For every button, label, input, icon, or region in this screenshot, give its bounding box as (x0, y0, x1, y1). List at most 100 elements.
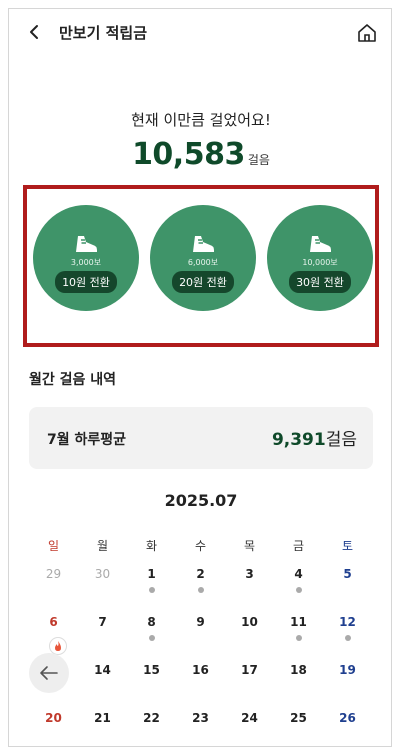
calendar-day-number: 22 (143, 711, 160, 725)
convert-required: 6,000보 (187, 258, 219, 267)
calendar-day[interactable]: 18 (274, 663, 323, 677)
calendar-day-number: 19 (339, 663, 356, 677)
calendar-day[interactable]: 26 (323, 711, 372, 725)
steps-count: 10,583 (132, 137, 245, 172)
calendar-day[interactable]: 20 (29, 711, 78, 725)
convert-button-10[interactable]: 3,000보 10원 전환 (33, 205, 139, 311)
fire-icon (55, 641, 61, 651)
calendar-day-number: 7 (98, 615, 107, 629)
calendar-day-number: 18 (290, 663, 307, 677)
page-title: 만보기 적립금 (59, 24, 148, 42)
convert-button-20[interactable]: 6,000보 20원 전환 (150, 205, 256, 311)
calendar-week-row: 6 7 8 9 10 11 12 (29, 615, 373, 663)
calendar-day[interactable]: 4 (274, 567, 323, 593)
calendar-day[interactable]: 19 (323, 663, 372, 677)
calendar-day[interactable]: 14 (78, 663, 127, 677)
calendar-day-number: 20 (45, 711, 62, 725)
chevron-left-icon (30, 25, 38, 39)
activity-dot (295, 635, 302, 641)
calendar-day-number: 29 (45, 567, 62, 581)
home-button[interactable] (355, 21, 379, 45)
header: 만보기 적립금 (9, 9, 391, 57)
app-frame: 만보기 적립금 현재 이만큼 걸었어요! 10,583 걸음 3,000보 10원… (8, 8, 392, 747)
calendar-day-number: 23 (192, 711, 209, 725)
calendar-day-number: 17 (241, 663, 258, 677)
sneaker-icon (76, 236, 97, 252)
average-unit: 걸음 (325, 430, 357, 450)
weekday-label: 월 (96, 539, 109, 553)
convert-label: 20원 전환 (172, 271, 234, 293)
convert-label: 30원 전환 (289, 271, 351, 293)
weekday-label: 수 (194, 539, 207, 553)
calendar-day-number: 30 (94, 567, 111, 581)
calendar-day-number: 12 (339, 615, 356, 629)
calendar: 일월화수목금토293012345678910111213141516171819… (29, 537, 373, 746)
calendar-day[interactable]: 3 (225, 567, 274, 581)
convert-label: 10원 전환 (55, 271, 117, 293)
calendar-day-number: 4 (294, 567, 303, 581)
calendar-week-row: 29 30 1 2 3 4 5 (29, 567, 373, 615)
calendar-week-row: 20 21 22 23 24 25 26 (29, 711, 373, 746)
calendar-day[interactable]: 7 (78, 615, 127, 629)
floating-back-button[interactable] (29, 653, 69, 693)
calendar-weekday-row: 일월화수목금토 (29, 537, 373, 567)
steps-subtitle: 현재 이만큼 걸었어요! (131, 111, 271, 129)
calendar-day[interactable]: 11 (274, 615, 323, 641)
convert-section: 3,000보 10원 전환 6,000보 20원 전환 10,000보 30원 … (23, 185, 379, 347)
calendar-day-number: 5 (343, 567, 352, 581)
calendar-day[interactable]: 30 (78, 567, 127, 581)
calendar-day[interactable]: 12 (323, 615, 372, 641)
activity-dot (197, 587, 204, 593)
calendar-day-number: 6 (49, 615, 58, 629)
arrow-left-icon (40, 666, 58, 680)
weekday-label: 일 (47, 539, 60, 553)
steps-unit: 걸음 (247, 153, 270, 167)
calendar-month: 2025.07 (164, 491, 238, 510)
convert-button-30[interactable]: 10,000보 30원 전환 (267, 205, 373, 311)
calendar-week-row: 13141516171819 (29, 663, 373, 711)
calendar-day[interactable]: 2 (176, 567, 225, 593)
calendar-day-number: 10 (241, 615, 258, 629)
calendar-day-number: 14 (94, 663, 111, 677)
activity-dot (148, 635, 155, 641)
calendar-day[interactable]: 15 (127, 663, 176, 677)
convert-required: 10,000보 (302, 258, 338, 267)
average-number: 9,391 (271, 430, 326, 450)
calendar-day[interactable]: 23 (176, 711, 225, 725)
monthly-title: 월간 걸음 내역 (29, 372, 117, 388)
calendar-day[interactable]: 5 (323, 567, 372, 581)
activity-dot (148, 587, 155, 593)
sneaker-icon (193, 236, 214, 252)
calendar-day-number: 16 (192, 663, 209, 677)
calendar-day[interactable]: 17 (225, 663, 274, 677)
calendar-day[interactable]: 29 (29, 567, 78, 581)
activity-dot (295, 587, 302, 593)
activity-dot (344, 635, 351, 641)
calendar-day-number: 24 (241, 711, 258, 725)
calendar-day[interactable]: 8 (127, 615, 176, 641)
calendar-day-number: 15 (143, 663, 160, 677)
calendar-day-number: 11 (290, 615, 307, 629)
calendar-day[interactable]: 6 (29, 615, 78, 629)
calendar-day-number: 21 (94, 711, 111, 725)
convert-required: 3,000보 (70, 258, 102, 267)
monthly-average-card: 7월 하루평균 9,391걸음 (29, 407, 373, 469)
calendar-day-number: 8 (147, 615, 156, 629)
back-button[interactable] (23, 21, 45, 43)
calendar-day[interactable]: 16 (176, 663, 225, 677)
average-value: 9,391걸음 (272, 425, 357, 450)
weekday-label: 목 (243, 539, 256, 553)
calendar-day[interactable]: 25 (274, 711, 323, 725)
sneaker-icon (310, 236, 331, 252)
calendar-day-number: 25 (290, 711, 307, 725)
calendar-day[interactable]: 24 (225, 711, 274, 725)
calendar-day[interactable]: 1 (127, 567, 176, 593)
weekday-label: 금 (292, 539, 305, 553)
calendar-day[interactable]: 10 (225, 615, 274, 629)
calendar-day[interactable]: 9 (176, 615, 225, 629)
weekday-label: 화 (145, 539, 158, 553)
weekday-label: 토 (341, 539, 354, 553)
calendar-day[interactable]: 21 (78, 711, 127, 725)
calendar-day-number: 3 (245, 567, 254, 581)
calendar-day[interactable]: 22 (127, 711, 176, 725)
